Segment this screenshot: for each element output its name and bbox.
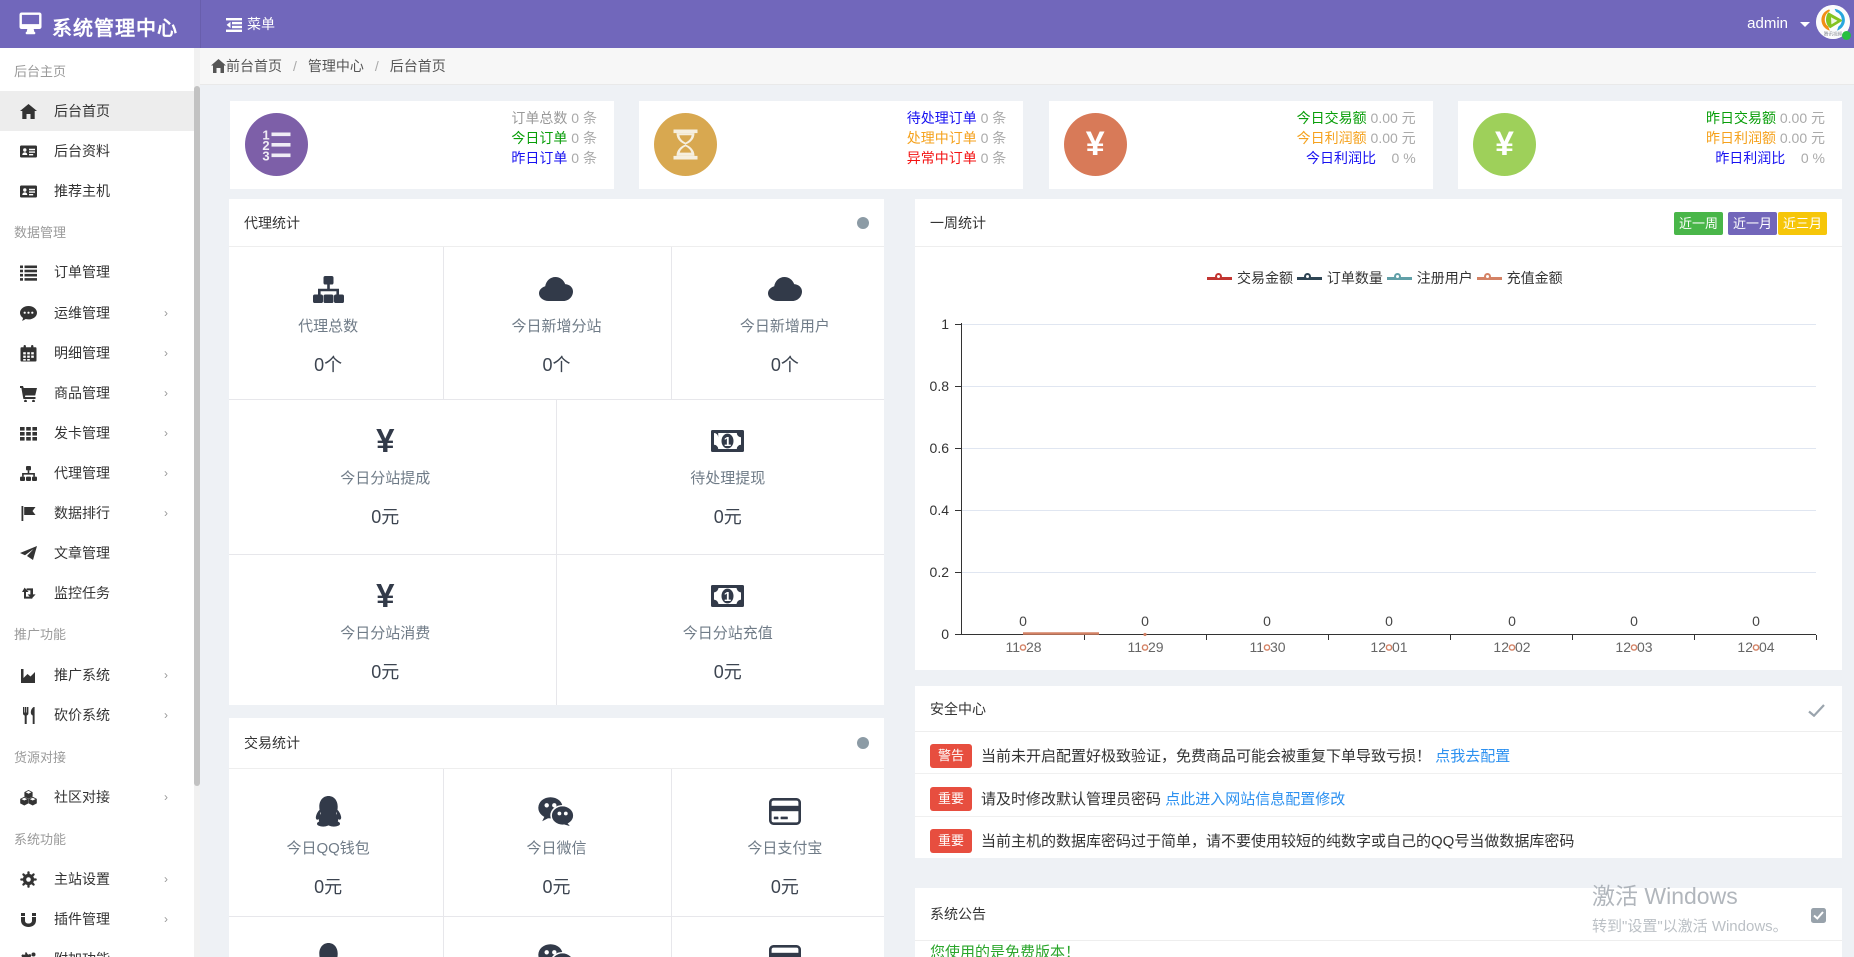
svg-text:1: 1 xyxy=(724,589,731,604)
svg-text:12: 12 xyxy=(1493,639,1509,655)
svg-text:0: 0 xyxy=(1141,613,1149,629)
svg-text:11: 11 xyxy=(1127,639,1142,655)
svg-text:0: 0 xyxy=(1630,613,1638,629)
svg-text:0.4: 0.4 xyxy=(930,502,950,518)
svg-text:0: 0 xyxy=(1508,613,1516,629)
svg-text:1: 1 xyxy=(724,434,731,449)
svg-text:29: 29 xyxy=(1148,639,1164,655)
svg-text:3: 3 xyxy=(262,149,269,164)
svg-text:0: 0 xyxy=(1263,613,1271,629)
svg-text:28: 28 xyxy=(1026,639,1042,655)
svg-text:0: 0 xyxy=(941,626,949,642)
svg-text:30: 30 xyxy=(1270,639,1286,655)
svg-text:04: 04 xyxy=(1759,639,1775,655)
svg-text:02: 02 xyxy=(1515,639,1531,655)
svg-text:01: 01 xyxy=(1392,639,1408,655)
svg-text:0.2: 0.2 xyxy=(930,564,950,580)
svg-text:12: 12 xyxy=(1737,639,1753,655)
svg-text:03: 03 xyxy=(1637,639,1653,655)
svg-text:0: 0 xyxy=(1752,613,1760,629)
svg-text:11: 11 xyxy=(1249,639,1264,655)
svg-text:0: 0 xyxy=(1385,613,1393,629)
svg-text:0.8: 0.8 xyxy=(930,378,950,394)
svg-text:1: 1 xyxy=(941,316,949,332)
svg-text:0: 0 xyxy=(1019,613,1027,629)
svg-text:12: 12 xyxy=(1370,639,1386,655)
svg-text:11: 11 xyxy=(1005,639,1020,655)
svg-text:腾讯视频: 腾讯视频 xyxy=(1824,31,1843,38)
svg-text:12: 12 xyxy=(1615,639,1631,655)
svg-text:0.6: 0.6 xyxy=(930,440,950,456)
